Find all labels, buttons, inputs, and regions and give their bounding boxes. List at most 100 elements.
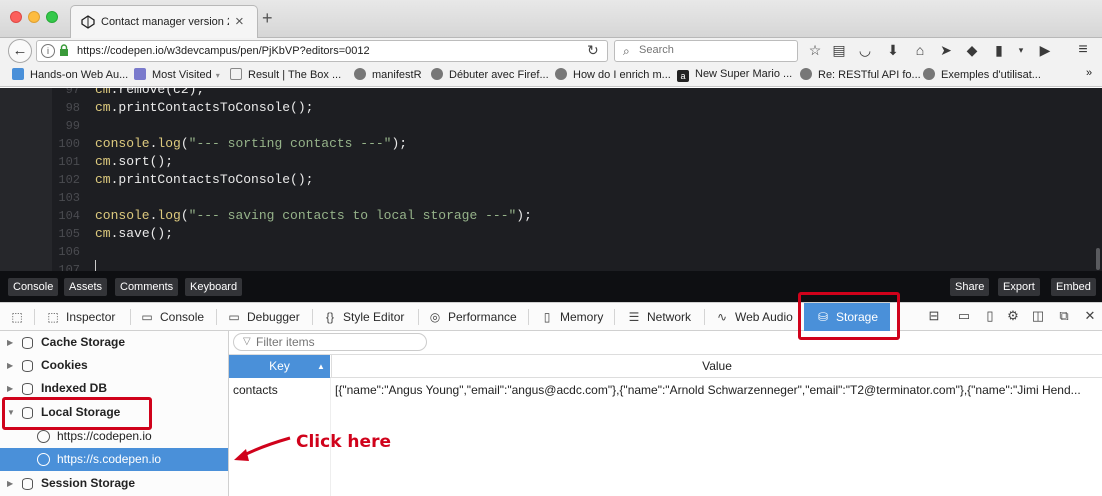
bookmarks-bar: Hands-on Web Au... Most Visited ▾ Result … — [0, 64, 1102, 87]
search-bar[interactable]: ⌕ — [614, 40, 798, 62]
new-tab-icon[interactable]: + — [262, 8, 273, 29]
tab-performance[interactable]: ◎ Performance — [428, 303, 517, 331]
search-input[interactable] — [639, 44, 789, 56]
chevron-down-icon[interactable]: ▾ — [1012, 41, 1030, 59]
waveform-icon: ∿ — [716, 310, 728, 324]
cell-key: contacts — [233, 383, 278, 397]
network-icon: ☰ — [628, 310, 640, 324]
embed-button[interactable]: Embed — [1051, 278, 1096, 296]
reload-icon[interactable]: ↻ — [587, 42, 599, 59]
globe-icon — [431, 68, 443, 80]
tab-debugger[interactable]: ▭ Debugger — [227, 303, 299, 331]
tree-item-cache-storage[interactable]: ▶ Cache Storage — [0, 331, 228, 354]
bookmark-item[interactable]: a New Super Mario ... — [677, 68, 792, 82]
element-picker-icon[interactable]: ⬚ — [10, 303, 30, 331]
toolbar-separator — [130, 309, 131, 325]
keyboard-button[interactable]: Keyboard — [185, 278, 243, 296]
bookmark-item[interactable]: Re: RESTful API fo... — [800, 68, 921, 81]
dock-layout-icon[interactable]: ⊟ — [926, 308, 942, 324]
extension-icon[interactable]: ◆ — [963, 41, 981, 59]
tree-item-cookies[interactable]: ▶ Cookies — [0, 354, 228, 377]
assets-button[interactable]: Assets — [64, 278, 108, 296]
tab-inspector[interactable]: ⬚ Inspector — [46, 303, 115, 331]
toolbar-separator — [418, 309, 419, 325]
folder-icon — [134, 68, 146, 80]
download-icon[interactable]: ⬇ — [884, 41, 902, 59]
tab-console[interactable]: ▭ Console — [140, 303, 204, 331]
minimize-window-button[interactable] — [28, 11, 40, 23]
table-header: Key ▲ Value — [229, 354, 1102, 378]
pocket-icon[interactable]: ◡ — [856, 41, 874, 59]
globe-icon — [555, 68, 567, 80]
dock-side-icon[interactable]: ◫ — [1030, 308, 1046, 324]
expand-arrow-icon[interactable]: ▶ — [7, 331, 13, 354]
screenshot-root: Contact manager version 2 w × + ← i http… — [0, 0, 1102, 496]
expand-arrow-icon[interactable]: ▶ — [7, 354, 13, 377]
performance-icon: ◎ — [429, 310, 441, 324]
back-button[interactable]: ← — [8, 39, 32, 63]
column-header-key[interactable]: Key ▲ — [229, 355, 330, 378]
share-button[interactable]: Share — [950, 278, 990, 296]
toolbar-separator — [704, 309, 705, 325]
devtools-toolbar: ⬚ ⬚ Inspector ▭ Console ▭ Debugger {} Style … — [0, 302, 1102, 331]
column-header-value[interactable]: Value — [331, 355, 1102, 378]
toolbar-separator — [528, 309, 529, 325]
console-button[interactable]: Console — [8, 278, 59, 296]
folder-icon — [12, 68, 24, 80]
expand-arrow-icon[interactable]: ▶ — [7, 472, 13, 495]
url-text: https://codepen.io/w3devcampus/pen/PjKbV… — [77, 45, 370, 57]
amazon-icon: a — [677, 70, 689, 82]
bookmark-item[interactable]: Hands-on Web Au... — [12, 68, 128, 81]
filter-box[interactable]: ▽ — [233, 333, 427, 351]
tab-network[interactable]: ☰ Network — [627, 303, 691, 331]
tree-item-origin-selected[interactable]: https://s.codepen.io — [0, 448, 228, 471]
toolbar-separator — [34, 309, 35, 325]
console-icon: ▭ — [141, 310, 153, 324]
clipboard-icon[interactable]: ▮ — [990, 41, 1008, 59]
tab-web-audio[interactable]: ∿ Web Audio — [715, 303, 793, 331]
youtube-icon[interactable]: ▶ — [1036, 41, 1054, 59]
bookmark-item[interactable]: manifestR — [354, 68, 422, 81]
gear-icon[interactable]: ⚙ — [1005, 308, 1021, 324]
bookmark-item[interactable]: Most Visited ▾ — [134, 68, 220, 81]
zoom-window-button[interactable] — [46, 11, 58, 23]
export-button[interactable]: Export — [998, 278, 1040, 296]
tree-item-session-storage[interactable]: ▶ Session Storage — [0, 472, 228, 495]
overflow-chevron-icon[interactable]: » — [1086, 67, 1092, 79]
split-console-icon[interactable]: ▭ — [956, 308, 972, 324]
close-icon[interactable]: ✕ — [1082, 308, 1098, 324]
code-text: cm.printContactsToConsole(); — [95, 100, 314, 115]
home-icon[interactable]: ⌂ — [911, 41, 929, 59]
table-row[interactable]: contacts [{"name":"Angus Young","email":… — [229, 379, 1102, 401]
editor-scrollbar[interactable] — [1096, 248, 1100, 270]
nav-bar: ← i https://codepen.io/w3devcampus/pen/P… — [0, 38, 1102, 64]
code-text: cm.remove(c2); — [95, 88, 205, 97]
comments-button[interactable]: Comments — [115, 278, 179, 296]
lock-icon — [60, 44, 68, 56]
globe-icon — [800, 68, 812, 80]
reading-list-icon[interactable]: ▤ — [830, 41, 848, 59]
database-icon — [22, 383, 33, 395]
storage-table-panel: ▽ Key ▲ Value contacts [{"name":"Angus Y… — [229, 331, 1102, 496]
send-icon[interactable]: ➤ — [937, 41, 955, 59]
tab-style-editor[interactable]: {} Style Editor — [323, 303, 404, 331]
filter-input[interactable] — [256, 335, 422, 349]
bookmark-item[interactable]: Exemples d'utilisat... — [923, 68, 1041, 81]
close-window-button[interactable] — [10, 11, 22, 23]
bookmark-item[interactable]: Result | The Box ... — [230, 68, 341, 81]
code-editor[interactable]: 97 cm.remove(c2); 98 cm.printContactsToCon… — [0, 88, 1102, 271]
menu-icon[interactable]: ≡ — [1074, 41, 1092, 59]
url-bar[interactable]: i https://codepen.io/w3devcampus/pen/PjK… — [36, 40, 608, 62]
tab-memory[interactable]: ▯ Memory — [540, 303, 604, 331]
bookmark-star-icon[interactable]: ☆ — [806, 41, 824, 59]
browser-tab[interactable]: Contact manager version 2 w × — [70, 5, 258, 38]
code-text: cm.save(); — [95, 226, 174, 241]
separate-window-icon[interactable]: ⧉ — [1056, 308, 1072, 324]
close-tab-icon[interactable]: × — [235, 13, 244, 30]
responsive-mode-icon[interactable]: ▯ — [982, 308, 998, 324]
bookmark-item[interactable]: How do I enrich m... — [555, 68, 671, 81]
annotation-text: Click here — [296, 432, 391, 452]
bookmark-item[interactable]: Débuter avec Firef... — [431, 68, 549, 81]
line-number: 100 — [58, 137, 80, 151]
info-icon[interactable]: i — [41, 44, 55, 58]
